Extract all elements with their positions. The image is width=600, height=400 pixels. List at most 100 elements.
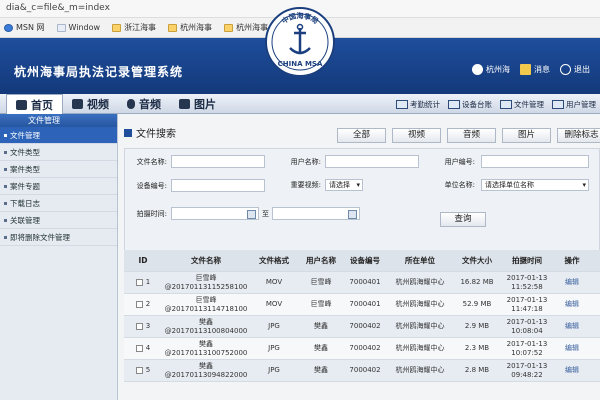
to-label: 至 [262,209,269,218]
row-name-user: 樊鑫 [199,317,213,326]
col-name: 文件名称 [191,256,221,265]
favorite-zhejiang[interactable]: 浙江海事 [112,22,156,33]
video-icon [72,99,83,109]
col-device: 设备编号 [350,256,380,265]
row-size: 52.9 MB [462,300,492,308]
user-icon [472,64,483,75]
table-row: 4 樊鑫 @20170113100752000 JPG 樊鑫 7000402 杭州… [124,338,600,360]
stats-icon [396,99,408,109]
logout-button[interactable]: 退出 [560,64,590,75]
row-clock: 09:48:22 [511,370,543,379]
nav-attendance[interactable]: 考勤统计 [396,99,440,110]
filter-buttons: 全部 视频 音频 图片 删除标志 [337,128,600,143]
filter-audio-button[interactable]: 音频 [447,128,496,143]
row-date: 2017-01-13 [506,361,548,370]
file-table: ID 文件名称 文件格式 用户名称 设备编号 所在单位 文件大小 拍摄时间 操作… [124,250,600,382]
row-checkbox[interactable] [135,367,143,374]
tab-home[interactable]: 首页 [6,94,63,114]
sidebar: 文件管理 文件管理 文件类型 案件类型 案件专题 下载日志 关联管理 即将删除文… [0,114,118,400]
favorite-label: MSN 网 [16,23,45,32]
row-format: MOV [265,300,283,308]
row-format: JPG [268,344,280,352]
tab-audio[interactable]: 音频 [118,94,170,114]
row-id: 1 [145,278,151,286]
row-device: 7000402 [349,322,381,330]
col-action: 操作 [564,256,580,265]
msa-emblem-logo: 中国海事局 CHINA MSA [265,7,335,77]
search-title: 文件搜索 [136,129,176,140]
unit-select[interactable]: 请选择单位名称 [481,179,589,191]
row-name-stamp: @20170113094822000 [164,370,248,379]
start-date-input[interactable] [171,207,259,220]
file-name-label: 文件名称: [136,157,167,166]
nav-users[interactable]: 用户管理 [552,99,596,110]
important-select[interactable]: 请选择 [325,179,363,191]
file-name-input[interactable] [171,155,265,168]
row-checkbox[interactable] [135,279,143,286]
file-icon [500,99,512,109]
row-date: 2017-01-13 [506,317,548,326]
edit-link[interactable]: 编辑 [554,366,590,375]
nav-devices[interactable]: 设备台账 [448,99,492,110]
row-format: JPG [268,322,280,330]
table-row: 2 巨雪峰 @20170113114718100 MOV 巨雪峰 7000401 … [124,294,600,316]
col-size: 文件大小 [462,256,492,265]
favorite-label: 浙江海事 [124,23,157,32]
tab-video[interactable]: 视频 [63,94,118,114]
edit-link[interactable]: 编辑 [554,322,590,331]
user-no-input[interactable] [481,155,589,168]
sidebar-item-file-management[interactable]: 文件管理 [0,127,117,144]
row-name-stamp: @20170113100804000 [164,326,248,335]
nav-files[interactable]: 文件管理 [500,99,544,110]
tab-image[interactable]: 图片 [170,94,225,114]
nav-right-label: 文件管理 [514,99,544,109]
sidebar-item-case-type[interactable]: 案件类型 [0,161,117,178]
device-no-label: 设备编号: [136,181,167,190]
search-header: 文件搜索 [124,125,176,140]
col-user: 用户名称 [306,256,336,265]
user-button[interactable]: 杭州海 [472,64,510,75]
end-date-input[interactable] [272,207,360,220]
filter-image-button[interactable]: 图片 [502,128,551,143]
row-size: 2.8 MB [464,366,490,374]
sidebar-item-pending-delete[interactable]: 即将删除文件管理 [0,229,117,246]
device-no-input[interactable] [171,179,265,192]
sidebar-item-file-type[interactable]: 文件类型 [0,144,117,161]
filter-deleted-button[interactable]: 删除标志 [557,128,600,143]
row-id: 5 [145,366,151,374]
col-unit: 所在单位 [405,256,435,265]
messages-button[interactable]: 消息 [520,64,550,75]
sidebar-item-download-log[interactable]: 下载日志 [0,195,117,212]
edit-link[interactable]: 编辑 [554,278,590,287]
page-icon [112,23,122,32]
favorite-hangzhou-1[interactable]: 杭州海事 [168,22,212,33]
edit-link[interactable]: 编辑 [554,300,590,309]
tab-label: 视频 [87,98,109,111]
page-icon [224,23,234,32]
filter-video-button[interactable]: 视频 [392,128,441,143]
row-checkbox[interactable] [135,323,143,330]
sidebar-item-association[interactable]: 关联管理 [0,212,117,229]
col-id: ID [138,256,148,265]
image-icon [179,99,190,109]
edit-link[interactable]: 编辑 [554,344,590,353]
row-date: 2017-01-13 [506,295,548,304]
user-name-input[interactable] [325,155,419,168]
sidebar-item-case-topic[interactable]: 案件专题 [0,178,117,195]
row-clock: 10:07:52 [511,348,543,357]
user-name: 杭州海 [486,65,510,74]
app-title: 杭州海事局执法记录管理系统 [14,65,184,79]
row-checkbox[interactable] [135,345,143,352]
favorite-msn[interactable]: MSN 网 [4,22,45,33]
address-text: dia&_c=file&_m=index [6,3,110,13]
unit-label: 单位名称: [444,181,475,189]
header-actions: 杭州海 消息 退出 [462,64,590,75]
main-content: 文件搜索 全部 视频 音频 图片 删除标志 文件名称: 用户名称: 用户编号: [124,120,600,400]
filter-all-button[interactable]: 全部 [337,128,386,143]
query-button[interactable]: 查询 [440,212,486,227]
shot-time-label: 拍摄时间: [136,209,167,218]
row-size: 2.3 MB [464,344,490,352]
row-unit: 杭州鸥海耀中心 [395,300,445,308]
favorite-window[interactable]: Window [56,23,100,32]
row-checkbox[interactable] [135,301,143,308]
